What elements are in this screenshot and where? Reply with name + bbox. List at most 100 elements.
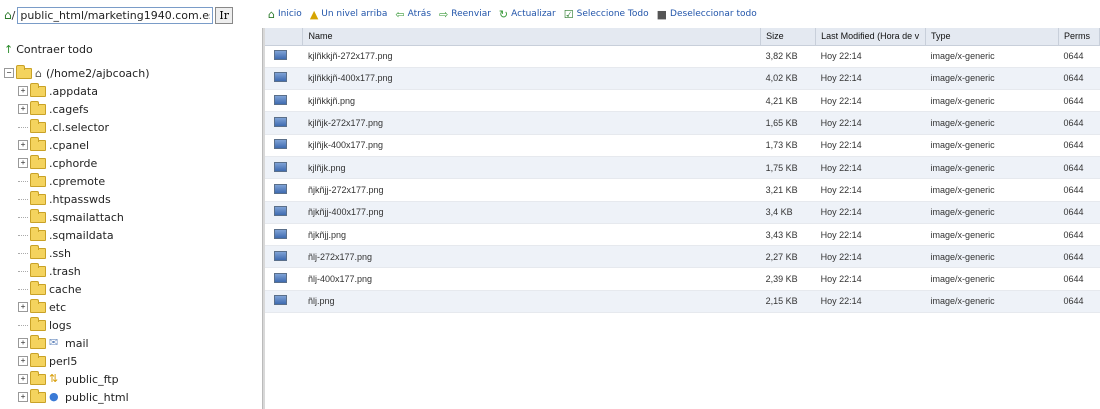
tree-connector — [18, 216, 28, 218]
tree-item[interactable]: .cpremote — [4, 172, 149, 190]
table-row[interactable]: kjlñjk-272x177.png 1,65 KB Hoy 22:14 image/… — [265, 111, 1100, 135]
table-row[interactable]: ñlj-400x177.png 2,39 KB Hoy 22:14 image/x-g… — [265, 267, 1100, 291]
back-button[interactable]: ⇦ Atrás — [395, 8, 431, 21]
tree-item-label: perl5 — [49, 354, 78, 368]
table-row[interactable]: kjlñjk-400x177.png 1,73 KB Hoy 22:14 image/… — [265, 134, 1100, 157]
checkbox-empty-icon: ■ — [656, 7, 668, 21]
expand-icon[interactable]: + — [18, 338, 28, 348]
collapse-all-link[interactable]: ↑ Contraer todo — [4, 43, 93, 56]
column-header-perms[interactable]: Perms — [1058, 28, 1100, 46]
cell-type: image/x-generic — [925, 89, 1059, 113]
file-icon-cell — [265, 156, 303, 180]
tree-item[interactable]: logs — [4, 316, 149, 334]
cell-perms: 0644 — [1058, 290, 1100, 314]
tree-item[interactable]: + ● public_html — [4, 388, 149, 406]
tree-item[interactable]: .ssh — [4, 244, 149, 262]
path-input[interactable] — [17, 6, 214, 24]
tree-item[interactable]: + ✉ mail — [4, 334, 149, 352]
cell-size: 2,27 KB — [760, 245, 816, 269]
cell-size: 4,02 KB — [760, 67, 816, 91]
column-header-type[interactable]: Type — [925, 28, 1059, 46]
home-button[interactable]: ⌂ Inicio — [268, 8, 302, 21]
tree-item[interactable]: + ⇅ public_ftp — [4, 370, 149, 388]
expand-icon[interactable]: + — [18, 104, 28, 114]
tree-item-label: etc — [49, 300, 67, 314]
table-row[interactable]: kjlñkkjñ-272x177.png 3,82 KB Hoy 22:14 imag… — [265, 45, 1100, 68]
select-all-button[interactable]: ☑ Seleccione Todo — [564, 8, 649, 21]
folder-icon — [30, 352, 46, 367]
tree-item[interactable]: + perl5 — [4, 352, 149, 370]
expand-icon[interactable]: + — [18, 86, 28, 96]
tree-connector — [18, 270, 28, 272]
folder-up-icon: ▲ — [309, 7, 319, 21]
table-row[interactable]: ñlj-272x177.png 2,27 KB Hoy 22:14 image/x-g… — [265, 245, 1100, 269]
table-row[interactable]: kjlñjk.png 1,75 KB Hoy 22:14 image/x-generi… — [265, 156, 1100, 180]
tree-item[interactable]: + .cphorde — [4, 154, 149, 172]
tree-item[interactable]: .htpasswds — [4, 190, 149, 208]
cell-size: 2,39 KB — [760, 267, 816, 291]
cell-type: image/x-generic — [925, 134, 1059, 157]
refresh-button[interactable]: ↻ Actualizar — [499, 8, 556, 21]
image-file-icon — [274, 228, 287, 239]
deselect-all-button[interactable]: ■ Deseleccionar todo — [657, 8, 757, 21]
table-row[interactable]: ñjkñjj.png 3,43 KB Hoy 22:14 image/x-generi… — [265, 223, 1100, 247]
file-icon-cell — [265, 201, 303, 224]
tree-item-label: .sqmailattach — [49, 210, 124, 224]
tree-item[interactable]: .trash — [4, 262, 149, 280]
tree-item[interactable]: cache — [4, 280, 149, 298]
cell-perms: 0644 — [1058, 134, 1100, 157]
cell-size: 3,4 KB — [760, 201, 816, 224]
folder-icon — [30, 154, 46, 169]
cell-perms: 0644 — [1058, 89, 1100, 113]
expand-icon[interactable]: + — [18, 356, 28, 366]
table-row[interactable]: ñlj.png 2,15 KB Hoy 22:14 image/x-generic 06… — [265, 290, 1100, 314]
forward-button[interactable]: ⇨ Reenviar — [439, 8, 491, 21]
image-file-icon — [274, 295, 287, 306]
column-header-icon — [265, 28, 304, 46]
forward-arrow-icon: ⇨ — [439, 7, 449, 21]
column-header-name[interactable]: Name — [302, 28, 762, 46]
expand-icon[interactable]: + — [18, 374, 28, 384]
expand-icon[interactable]: + — [18, 392, 28, 402]
tree-item[interactable]: .sqmaildata — [4, 226, 149, 244]
table-row[interactable]: kjlñkkjñ.png 4,21 KB Hoy 22:14 image/x-gene… — [265, 89, 1100, 113]
file-icon-cell — [265, 89, 303, 113]
tree-item[interactable]: + .appdata — [4, 82, 149, 100]
expand-icon[interactable]: + — [18, 302, 28, 312]
cell-size: 1,75 KB — [760, 156, 816, 180]
collapse-icon[interactable]: − — [4, 68, 14, 78]
table-row[interactable]: ñjkñjj-272x177.png 3,21 KB Hoy 22:14 image/… — [265, 178, 1100, 202]
table-row[interactable]: kjlñkkjñ-400x177.png 4,02 KB Hoy 22:14 imag… — [265, 67, 1100, 91]
cell-size: 4,21 KB — [760, 89, 816, 113]
folder-icon — [30, 334, 46, 349]
cell-modified: Hoy 22:14 — [815, 134, 926, 157]
expand-icon[interactable]: + — [18, 140, 28, 150]
expand-icon[interactable]: + — [18, 158, 28, 168]
up-one-level-button[interactable]: ▲ Un nivel arriba — [310, 8, 388, 21]
tree-item[interactable]: .sqmailattach — [4, 208, 149, 226]
cell-type: image/x-generic — [925, 290, 1059, 314]
folder-icon — [30, 280, 46, 295]
cell-modified: Hoy 22:14 — [815, 45, 926, 68]
tree-item-label: .cphorde — [49, 156, 98, 170]
table-row[interactable]: ñjkñjj-400x177.png 3,4 KB Hoy 22:14 image/x… — [265, 201, 1100, 224]
cell-size: 2,15 KB — [760, 290, 816, 314]
cell-name: ñlj.png — [302, 290, 761, 314]
cell-modified: Hoy 22:14 — [815, 156, 926, 180]
tree-item[interactable]: + .cagefs — [4, 100, 149, 118]
folder-tree: − ⌂ (/home2/ajbcoach) + .appdata + .cagefs.… — [4, 64, 149, 406]
tree-item[interactable]: + etc — [4, 298, 149, 316]
go-button[interactable]: Ir — [215, 6, 233, 24]
collapse-arrow-icon: ↑ — [4, 43, 14, 56]
tree-item-label: cache — [49, 282, 82, 296]
tree-item[interactable]: + .cpanel — [4, 136, 149, 154]
image-file-icon — [274, 50, 287, 61]
home-directory-icon[interactable]: ⌂ — [4, 8, 12, 22]
column-header-modified[interactable]: Last Modified (Hora de v — [815, 28, 927, 46]
cell-name: ñlj-272x177.png — [302, 245, 761, 269]
tree-root[interactable]: − ⌂ (/home2/ajbcoach) — [4, 64, 149, 82]
tree-item[interactable]: .cl.selector — [4, 118, 149, 136]
tree-item-label: .ssh — [49, 246, 71, 260]
column-header-size[interactable]: Size — [760, 28, 817, 46]
folder-icon — [30, 136, 46, 151]
